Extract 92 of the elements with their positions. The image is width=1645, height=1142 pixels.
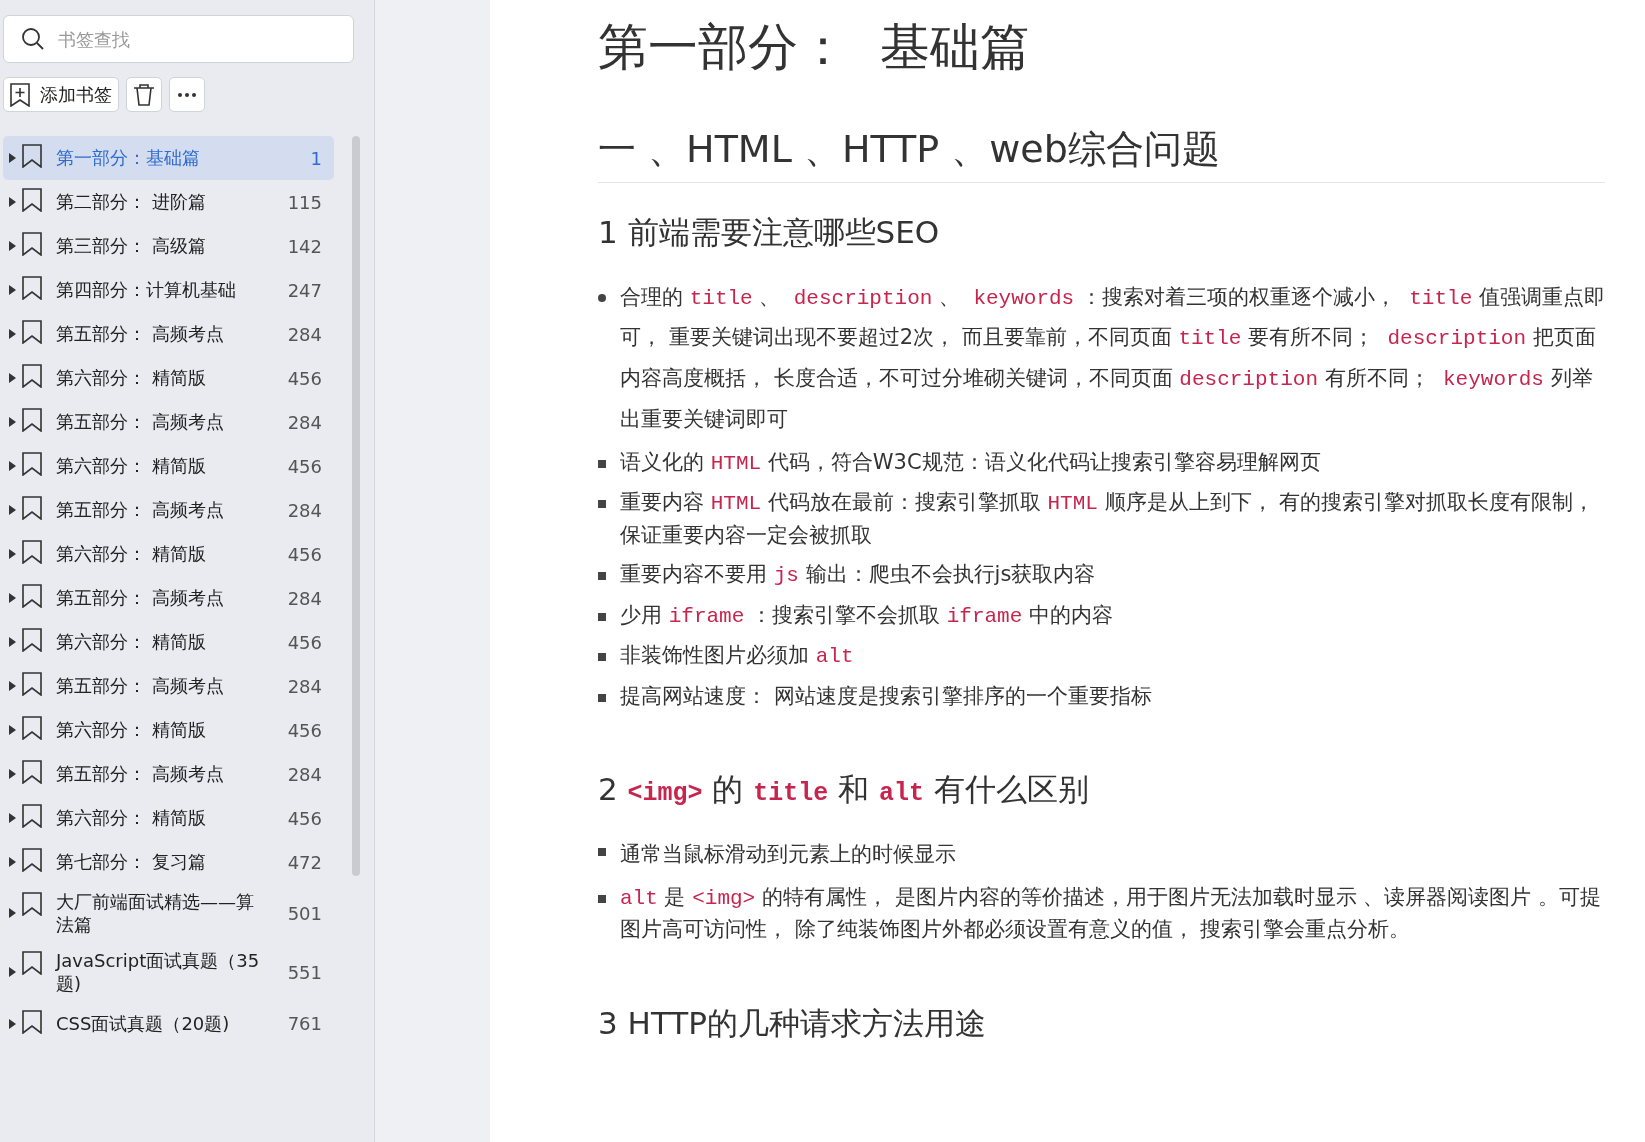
bookmark-item[interactable]: 第五部分： 高频考点 284	[3, 664, 334, 708]
question-heading: 3 HTTP的几种请求方法用途	[598, 1004, 986, 1041]
bookmark-item[interactable]: 第五部分： 高频考点 284	[3, 312, 334, 356]
bookmark-item[interactable]: 第五部分： 高频考点 284	[3, 400, 334, 444]
bookmark-item[interactable]: 第二部分： 进阶篇 115	[3, 180, 334, 224]
list-text: 语义化的 HTML 代码，符合W3C规范：语义化代码让搜索引擎容易理解网页	[620, 448, 1321, 477]
expand-caret-icon[interactable]	[9, 505, 16, 515]
expand-caret-icon[interactable]	[9, 197, 16, 207]
list-text: 重要内容 HTML 代码放在最前：搜索引擎抓取 HTML 顺序是从上到下， 有的搜索引擎对抓取长度有限制，保证重要内容一定会被抓取	[620, 489, 1596, 549]
expand-caret-icon[interactable]	[9, 681, 16, 691]
bookmark-item[interactable]: 第四部分：计算机基础 247	[3, 268, 334, 312]
bookmark-icon	[22, 584, 42, 608]
question-heading: 2 <img> 的 title 和 alt 有什么区别	[598, 771, 1089, 808]
bookmark-item[interactable]: 第六部分： 精简版 456	[3, 444, 334, 488]
add-bookmark-button[interactable]: 添加书签	[3, 77, 119, 112]
list-text: 非装饰性图片必须加 alt	[620, 642, 854, 671]
list-text: 重要内容不要用 js 输出：爬虫不会执行js获取内容	[620, 561, 1096, 590]
list-text: 提高网站速度： 网站速度是搜索引擎排序的一个重要指标	[620, 682, 1152, 710]
bookmark-plus-icon	[10, 82, 30, 107]
bookmark-item[interactable]: 大厂前端面试精选——算法篇 501	[3, 884, 334, 943]
bullet-icon	[598, 572, 606, 581]
expand-caret-icon[interactable]	[9, 769, 16, 779]
bookmark-item[interactable]: 第七部分： 复习篇 472	[3, 840, 334, 884]
expand-caret-icon[interactable]	[9, 908, 16, 919]
expand-caret-icon[interactable]	[9, 329, 16, 339]
list-text: alt 是 <img> 的特有属性， 是图片内容的等价描述，用于图片无法加载时显示 、读屏器阅读图片 。可提图片高可访问性， 除了纯装饰图片外都必须设置有意义的值， 搜索引擎会重点分析。	[620, 883, 1602, 944]
bookmark-icon	[22, 320, 42, 344]
expand-caret-icon[interactable]	[9, 725, 16, 735]
bookmark-item[interactable]: 第三部分： 高级篇 142	[3, 224, 334, 268]
bookmark-item[interactable]: 第六部分： 精简版 456	[3, 796, 334, 840]
bookmark-icon	[22, 276, 42, 300]
expand-caret-icon[interactable]	[9, 1018, 16, 1029]
bookmark-icon	[22, 188, 42, 212]
expand-caret-icon[interactable]	[9, 153, 16, 163]
bookmark-item[interactable]: 第五部分： 高频考点 284	[3, 752, 334, 796]
list-text: 少用 iframe ：搜索引擎不会抓取 iframe 中的内容	[620, 601, 1113, 630]
bullet-icon	[598, 293, 606, 302]
search-field[interactable]: 书签查找	[3, 15, 354, 63]
trash-icon	[133, 82, 155, 107]
bullet-icon	[598, 612, 606, 621]
question-heading: 1 前端需要注意哪些SEO	[598, 214, 940, 250]
bookmark-item[interactable]: 第六部分： 精简版 456	[3, 532, 334, 576]
list-text: 合理的 title 、 description 、 keywords ：搜索对着三项的权重逐个减小， title 值强调重点即可， 重要关键词出现不要超过2次， 而且要靠前，不同页面 title 要有所不同； description 把页面内容高度概括， 长度合适，不可过分堆砌关键词，不同页面 description 有所不同； keywords 列举出重要关键词即可	[620, 283, 1605, 434]
search-icon	[21, 27, 45, 51]
expand-caret-icon[interactable]	[9, 417, 16, 427]
bookmark-item[interactable]: 第五部分： 高频考点 284	[3, 576, 334, 620]
bookmark-icon	[22, 950, 42, 975]
bookmark-item[interactable]: CSS面试真题（20题) 761	[3, 1001, 334, 1046]
more-icon	[177, 91, 197, 98]
bookmark-icon	[22, 452, 42, 476]
bookmark-icon	[22, 804, 42, 828]
expand-caret-icon[interactable]	[9, 593, 16, 603]
bullet-icon	[598, 894, 606, 903]
bookmark-icon	[22, 760, 42, 784]
bookmark-icon	[22, 364, 42, 388]
bookmark-icon	[22, 628, 42, 652]
bookmark-icon	[22, 672, 42, 696]
bullet-icon	[598, 653, 606, 662]
expand-caret-icon[interactable]	[9, 967, 16, 978]
expand-caret-icon[interactable]	[9, 813, 16, 823]
bullet-icon	[598, 459, 606, 468]
scrollbar-thumb[interactable]	[352, 136, 360, 876]
expand-caret-icon[interactable]	[9, 241, 16, 251]
bookmark-item[interactable]: 第六部分： 精简版 456	[3, 620, 334, 664]
more-button[interactable]	[169, 77, 205, 112]
expand-caret-icon[interactable]	[9, 373, 16, 383]
bookmark-icon	[22, 892, 42, 916]
bookmark-icon	[22, 144, 42, 168]
bookmark-icon	[22, 540, 42, 564]
bookmark-icon	[22, 1009, 42, 1034]
bookmark-item[interactable]: JavaScript面试真题（35题) 551	[3, 942, 334, 1002]
bullet-icon	[598, 500, 606, 509]
bookmark-icon	[22, 848, 42, 872]
bookmark-icon	[22, 496, 42, 520]
bookmark-icon	[22, 232, 42, 256]
bookmark-item[interactable]: 第一部分：基础篇 1	[3, 136, 334, 180]
bookmark-icon	[22, 716, 42, 740]
expand-caret-icon[interactable]	[9, 549, 16, 559]
bookmark-item[interactable]: 第六部分： 精简版 456	[3, 356, 334, 400]
bullet-icon	[598, 847, 606, 856]
list-text: 通常当鼠标滑动到元素上的时候显示	[620, 840, 956, 868]
bookmark-item[interactable]: 第六部分： 精简版 456	[3, 708, 334, 752]
document-title: 第一部分： 基础篇	[598, 18, 1030, 76]
bookmark-item[interactable]: 第五部分： 高频考点 284	[3, 488, 334, 532]
expand-caret-icon[interactable]	[9, 637, 16, 647]
expand-caret-icon[interactable]	[9, 285, 16, 295]
bullet-icon	[598, 693, 606, 702]
delete-button[interactable]	[126, 77, 162, 112]
expand-caret-icon[interactable]	[9, 857, 16, 867]
bookmark-icon	[22, 408, 42, 432]
expand-caret-icon[interactable]	[9, 461, 16, 471]
section-heading: 一 、HTML 、HTTP 、web综合问题	[598, 127, 1220, 171]
